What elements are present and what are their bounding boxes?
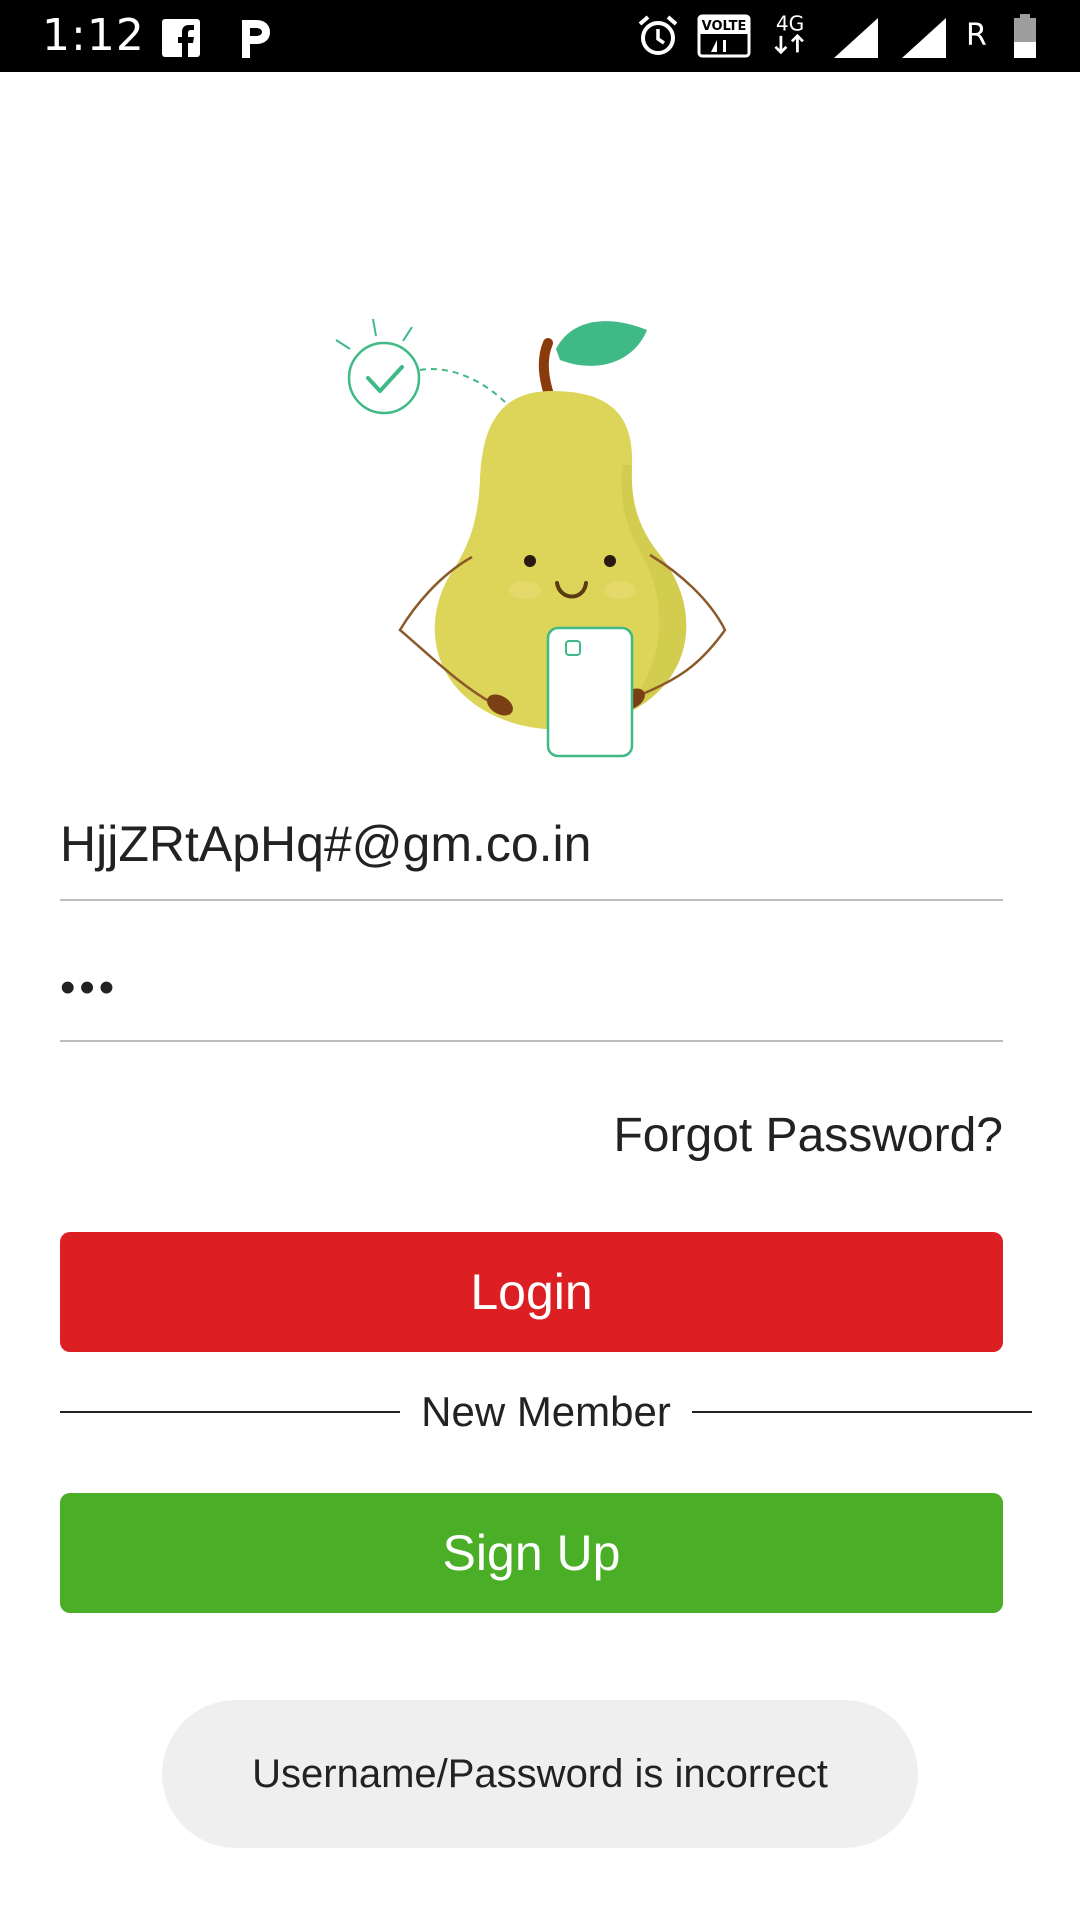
email-value: HjjZRtApHq#@gm.co.in <box>60 816 592 872</box>
signup-button[interactable]: Sign Up <box>60 1493 1003 1613</box>
error-toast: Username/Password is incorrect <box>162 1700 918 1848</box>
facebook-icon <box>162 19 200 57</box>
login-button-label: Login <box>470 1264 593 1320</box>
signup-button-label: Sign Up <box>442 1525 621 1581</box>
email-field[interactable]: HjjZRtApHq#@gm.co.in <box>60 815 1003 901</box>
checkmark-badge-icon <box>335 318 513 415</box>
battery-icon <box>1014 14 1036 58</box>
signal-icon <box>834 18 878 58</box>
forgot-password-link[interactable]: Forgot Password? <box>613 1108 1003 1163</box>
pear-mascot-illustration <box>335 318 727 758</box>
password-value: ••• <box>60 963 119 1012</box>
divider-line-right <box>692 1411 1032 1413</box>
phone-icon <box>546 626 634 758</box>
alarm-icon <box>638 15 678 55</box>
status-time: 1:12 <box>42 10 145 61</box>
password-field[interactable]: ••• <box>60 958 1003 1042</box>
status-bar: 1:12 VOLTE 4G R <box>0 0 1080 72</box>
volte-label: VOLTE <box>702 19 747 34</box>
4g-icon: 4G <box>774 12 804 55</box>
login-button[interactable]: Login <box>60 1232 1003 1352</box>
new-member-label: New Member <box>421 1388 671 1435</box>
toast-message: Username/Password is incorrect <box>252 1751 828 1796</box>
roaming-indicator: R <box>966 18 987 53</box>
network-label: 4G <box>776 12 804 35</box>
signal-icon <box>902 18 946 58</box>
volte-icon: VOLTE <box>697 14 751 58</box>
p-app-icon <box>242 20 270 58</box>
divider-line-left <box>60 1411 400 1413</box>
